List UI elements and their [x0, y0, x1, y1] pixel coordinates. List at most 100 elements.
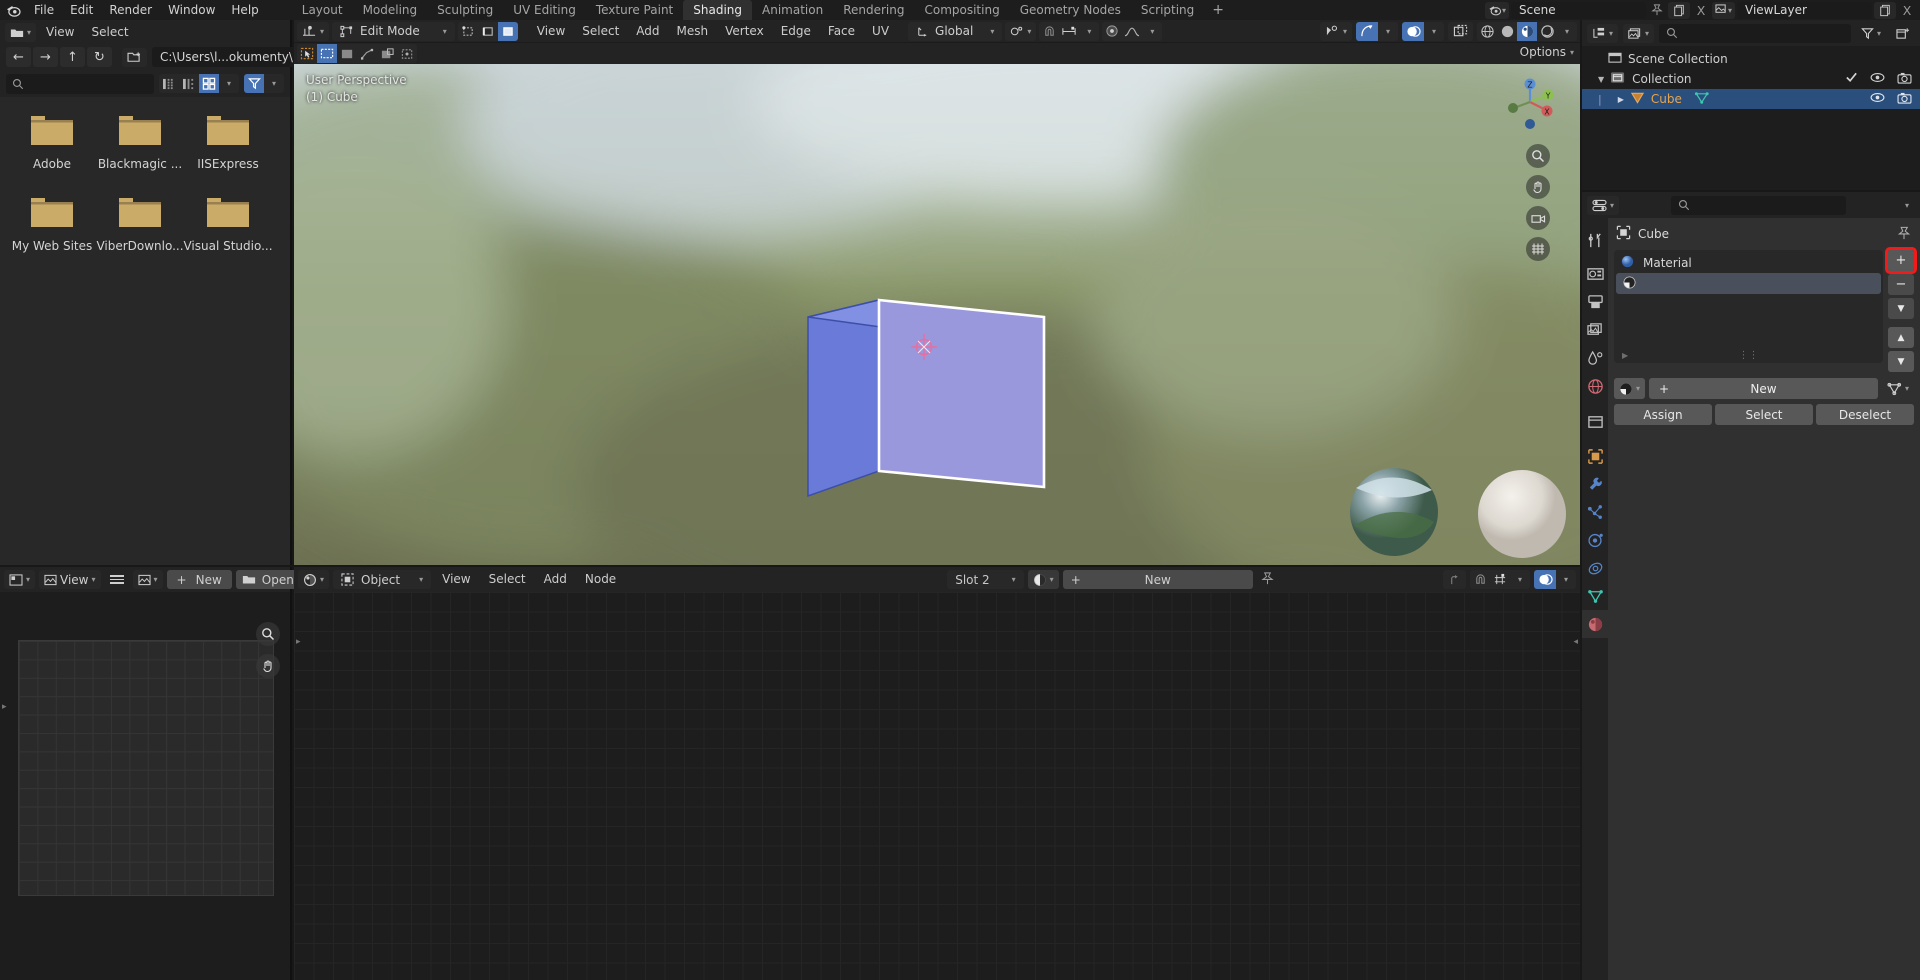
outliner-filter-icon[interactable]: ▾: [1856, 24, 1886, 43]
outliner-filter-type-icon[interactable]: ▾: [1623, 24, 1654, 43]
proportional-falloff-dropdown[interactable]: ▾: [1142, 22, 1162, 41]
hide-in-viewport-eye-icon[interactable]: [1870, 92, 1885, 106]
outliner-row-scene-collection[interactable]: Scene Collection: [1582, 49, 1920, 69]
move-material-slot-up-button[interactable]: ▲: [1888, 327, 1914, 348]
transform-tool-icon[interactable]: [397, 44, 417, 63]
display-mode-thumbnails-button[interactable]: [199, 74, 219, 93]
image-pan-tool-icon[interactable]: [256, 654, 280, 678]
tab-shading[interactable]: Shading: [683, 0, 752, 20]
visibility-dropdown-icon[interactable]: ▾: [1320, 22, 1352, 41]
rotate-tool-icon[interactable]: [357, 44, 377, 63]
material-slot-dropdown[interactable]: Slot 2 ▾: [947, 570, 1023, 589]
tab-object-data[interactable]: [1582, 582, 1608, 610]
nav-forward-button[interactable]: →: [33, 47, 58, 67]
viewport-menu-vertex[interactable]: Vertex: [718, 22, 771, 41]
new-material-button-shader[interactable]: + New: [1063, 570, 1253, 589]
hide-in-viewport-eye-icon[interactable]: [1870, 72, 1885, 86]
file-path-input[interactable]: C:\Users\l...okumenty\: [152, 47, 301, 67]
remove-scene-button[interactable]: X: [1692, 2, 1710, 19]
file-item[interactable]: IISExpress: [184, 111, 272, 171]
viewport-menu-select[interactable]: Select: [575, 22, 626, 41]
image-zoom-tool-icon[interactable]: [256, 622, 280, 646]
snap-target-dropdown[interactable]: ▾: [1005, 22, 1036, 41]
tab-output[interactable]: [1582, 288, 1608, 316]
file-item[interactable]: My Web Sites: [8, 193, 96, 253]
tab-rendering[interactable]: Rendering: [833, 0, 914, 20]
pin-properties-icon[interactable]: [1897, 226, 1911, 243]
tab-constraints[interactable]: [1582, 554, 1608, 582]
node-snap-magnet-icon[interactable]: [1470, 570, 1490, 589]
overlays-options-dropdown[interactable]: ▾: [1424, 22, 1444, 41]
node-snap-target-icon[interactable]: [1490, 570, 1510, 589]
file-item[interactable]: Visual Studio...: [184, 193, 272, 253]
browse-material-button[interactable]: ▾: [1614, 378, 1645, 399]
shader-type-dropdown[interactable]: Object ▾: [333, 570, 431, 589]
gizmo-options-dropdown[interactable]: ▾: [1378, 22, 1398, 41]
file-item[interactable]: ViberDownlo...: [96, 193, 184, 253]
nav-back-button[interactable]: ←: [6, 47, 31, 67]
properties-search-input[interactable]: [1671, 196, 1846, 215]
tab-uv-editing[interactable]: UV Editing: [503, 0, 586, 20]
solid-shading-button[interactable]: [1497, 22, 1517, 41]
move-material-slot-down-button[interactable]: ▼: [1888, 351, 1914, 372]
filter-toggle-icon[interactable]: [244, 74, 264, 93]
deselect-material-button[interactable]: Deselect: [1816, 404, 1914, 425]
pin-material-icon[interactable]: [1257, 572, 1278, 588]
material-list-resize-grip[interactable]: ▶ ⋮⋮: [1614, 350, 1883, 361]
shader-node-canvas[interactable]: ◂ ▸: [294, 592, 1580, 980]
menu-window[interactable]: Window: [160, 0, 223, 20]
tab-material[interactable]: [1582, 610, 1608, 638]
rendered-shading-button[interactable]: [1537, 22, 1557, 41]
menu-file[interactable]: File: [26, 0, 62, 20]
shader-editor-type-icon[interactable]: ▾: [298, 570, 329, 589]
menu-edit[interactable]: Edit: [62, 0, 101, 20]
file-search-input[interactable]: [6, 74, 154, 94]
show-gizmo-icon[interactable]: [1356, 22, 1378, 41]
shading-options-dropdown[interactable]: ▾: [1557, 22, 1577, 41]
tab-modifiers[interactable]: [1582, 470, 1608, 498]
nav-parent-button[interactable]: ↑: [60, 47, 85, 67]
outliner-row-cube[interactable]: | ▶ Cube: [1582, 89, 1920, 109]
shader-menu-node[interactable]: Node: [578, 570, 623, 589]
cube-expand-triangle-icon[interactable]: ▶: [1618, 95, 1624, 104]
cube-drag-handle-icon[interactable]: |: [1598, 93, 1602, 106]
tab-collection[interactable]: [1582, 408, 1608, 436]
snap-to-icon[interactable]: [1059, 22, 1079, 41]
shader-sidebar-toggle[interactable]: ◂: [1573, 637, 1578, 647]
create-new-directory-icon[interactable]: [122, 48, 147, 67]
tweak-tool-icon[interactable]: [297, 44, 317, 63]
camera-view-tool-icon[interactable]: [1526, 206, 1550, 230]
face-select-mode-button[interactable]: [498, 22, 518, 41]
edge-select-mode-button[interactable]: [478, 22, 498, 41]
outliner-display-mode-icon[interactable]: ▾: [1587, 24, 1618, 43]
tab-modeling[interactable]: Modeling: [353, 0, 428, 20]
file-browser-menu-view[interactable]: View: [39, 23, 81, 42]
node-overlays-dropdown[interactable]: ▾: [1556, 570, 1576, 589]
nav-refresh-button[interactable]: ↻: [87, 47, 112, 67]
viewport-menu-add[interactable]: Add: [629, 22, 666, 41]
viewport-canvas[interactable]: User Perspective (1) Cube Z Y X: [294, 64, 1580, 565]
collection-expand-triangle-icon[interactable]: ▼: [1598, 75, 1604, 84]
image-editor-type-icon[interactable]: ▾: [4, 570, 35, 589]
shader-toolbar-toggle[interactable]: ▸: [296, 637, 301, 647]
proportional-editing-toggle[interactable]: [1102, 22, 1122, 41]
new-image-button[interactable]: +New: [167, 570, 232, 589]
node-overlays-icon[interactable]: [1534, 570, 1556, 589]
zoom-tool-icon[interactable]: [1526, 144, 1550, 168]
viewport-menu-face[interactable]: Face: [821, 22, 862, 41]
tab-texture-paint[interactable]: Texture Paint: [586, 0, 683, 20]
tab-view-layer[interactable]: [1582, 316, 1608, 344]
toggle-xray-icon[interactable]: [1448, 22, 1473, 41]
properties-options-dropdown[interactable]: ▾: [1905, 201, 1915, 210]
viewport-menu-mesh[interactable]: Mesh: [670, 22, 716, 41]
snap-magnet-icon[interactable]: [1039, 22, 1059, 41]
scale-tool-icon[interactable]: [377, 44, 397, 63]
viewport-options-dropdown[interactable]: Options ▾: [1520, 45, 1574, 59]
menu-help[interactable]: Help: [223, 0, 266, 20]
new-scene-icon[interactable]: [1668, 2, 1690, 19]
add-workspace-button[interactable]: +: [1204, 0, 1232, 20]
material-slot-list[interactable]: Material ▶ ⋮⋮: [1614, 250, 1883, 363]
show-overlays-icon[interactable]: [1402, 22, 1424, 41]
display-options-dropdown[interactable]: ▾: [219, 74, 239, 93]
tab-scripting[interactable]: Scripting: [1131, 0, 1204, 20]
